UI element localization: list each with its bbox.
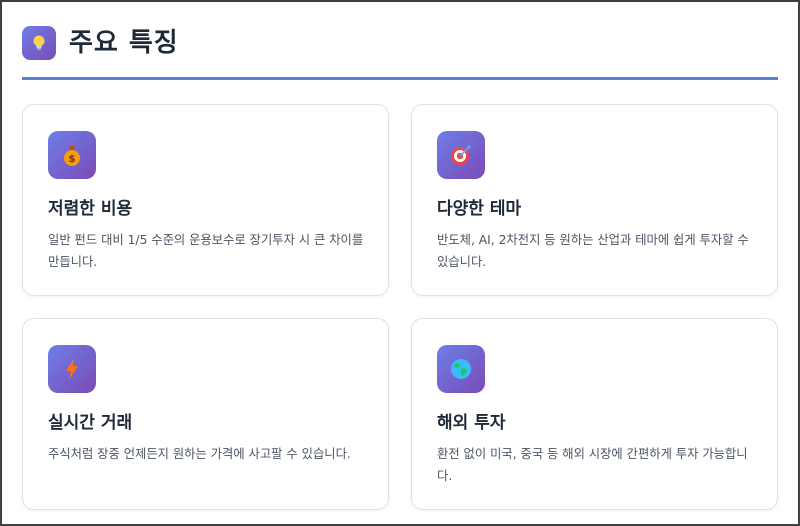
feature-title: 다양한 테마 — [437, 199, 522, 219]
feature-description: 반도체, AI, 2차전지 등 원하는 산업과 테마에 쉽게 투자할 수 있습니… — [437, 233, 749, 269]
feature-card-various-themes: 다양한 테마 반도체, AI, 2차전지 등 원하는 산업과 테마에 쉽게 투자… — [411, 104, 778, 296]
feature-title: 실시간 거래 — [48, 413, 133, 433]
money-bag-icon: $ — [48, 131, 96, 179]
section-title: 주요 특징 — [69, 28, 179, 58]
section-header: 주요 특징 — [22, 22, 778, 80]
lightbulb-icon — [22, 26, 56, 60]
feature-description: 주식처럼 장중 언제든지 원하는 가격에 사고팔 수 있습니다. — [48, 447, 351, 461]
features-panel: 주요 특징 $ 저렴한 비용 일반 펀드 대비 1/5 수준의 운용보수로 장기… — [0, 0, 800, 526]
svg-text:$: $ — [69, 154, 76, 165]
feature-title: 해외 투자 — [437, 413, 506, 433]
feature-title: 저렴한 비용 — [48, 199, 133, 219]
feature-description: 일반 펀드 대비 1/5 수준의 운용보수로 장기투자 시 큰 차이를 만듭니다… — [48, 233, 364, 269]
globe-icon — [437, 345, 485, 393]
feature-description: 환전 없이 미국, 중국 등 해외 시장에 간편하게 투자 가능합니다. — [437, 447, 748, 483]
feature-card-low-cost: $ 저렴한 비용 일반 펀드 대비 1/5 수준의 운용보수로 장기투자 시 큰… — [22, 104, 389, 296]
target-icon — [437, 131, 485, 179]
feature-card-realtime-trading: 실시간 거래 주식처럼 장중 언제든지 원하는 가격에 사고팔 수 있습니다. — [22, 318, 389, 510]
feature-card-overseas-investment: 해외 투자 환전 없이 미국, 중국 등 해외 시장에 간편하게 투자 가능합니… — [411, 318, 778, 510]
lightning-icon — [48, 345, 96, 393]
